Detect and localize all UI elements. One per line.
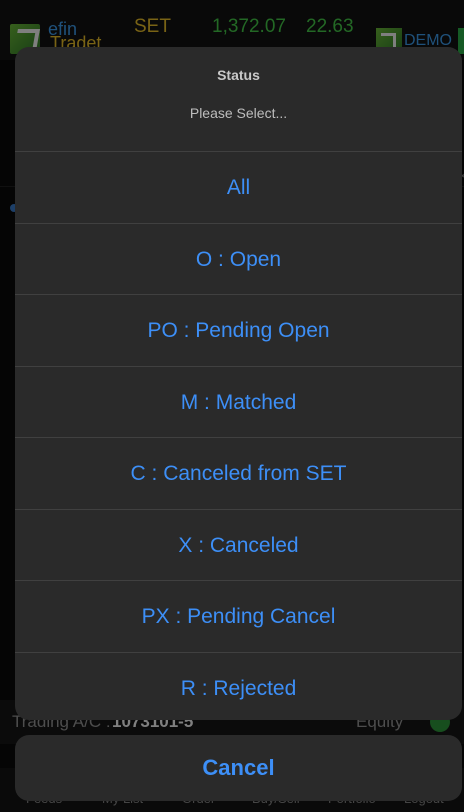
option-matched[interactable]: M : Matched xyxy=(15,366,462,438)
option-pending-open[interactable]: PO : Pending Open xyxy=(15,294,462,366)
option-rejected[interactable]: R : Rejected xyxy=(15,652,462,720)
option-open[interactable]: O : Open xyxy=(15,223,462,295)
sheet-title: Status xyxy=(217,67,260,83)
sheet-subtitle: Please Select... xyxy=(189,105,288,121)
option-pending-cancel[interactable]: PX : Pending Cancel xyxy=(15,580,462,652)
option-canceled[interactable]: X : Canceled xyxy=(15,509,462,581)
cancel-button[interactable]: Cancel xyxy=(15,735,462,801)
option-canceled-from-set[interactable]: C : Canceled from SET xyxy=(15,437,462,509)
status-picker-sheet: Status Please Select... All O : Open PO … xyxy=(15,47,462,720)
option-all[interactable]: All xyxy=(15,151,462,223)
